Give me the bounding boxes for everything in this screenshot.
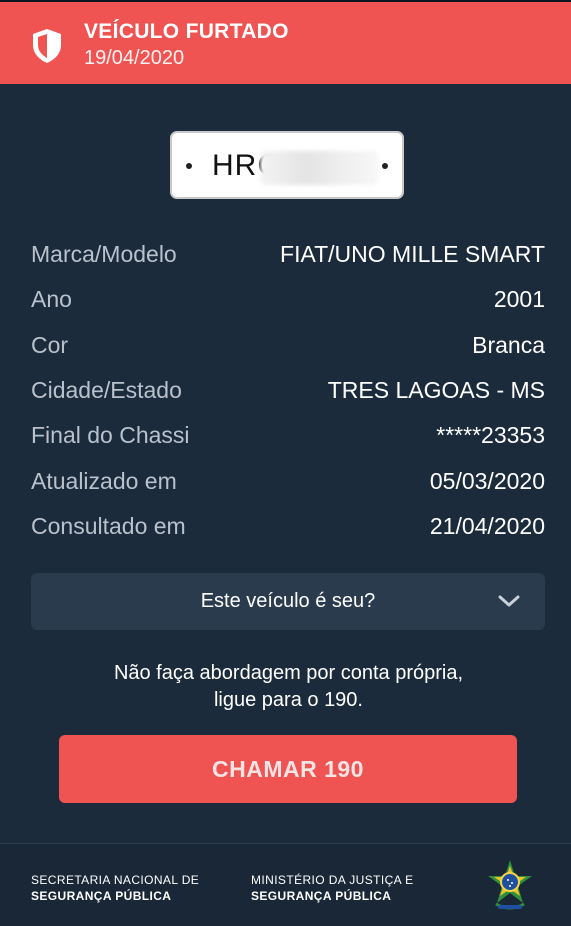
detail-row-city-state: Cidade/Estado TRES LAGOAS - MS xyxy=(31,368,545,413)
detail-row-year: Ano 2001 xyxy=(31,277,545,322)
detail-label: Consultado em xyxy=(31,512,186,539)
stolen-vehicle-alert: VEÍCULO FURTADO 19/04/2020 xyxy=(0,2,571,84)
plate-bolt-right xyxy=(382,163,388,169)
detail-label: Cidade/Estado xyxy=(31,377,182,404)
detail-value: *****23353 xyxy=(436,422,545,449)
footer: SECRETARIA NACIONAL DE SEGURANÇA PÚBLICA… xyxy=(0,843,571,926)
detail-row-color: Cor Branca xyxy=(31,323,545,368)
org-secretaria-line-1: SECRETARIA NACIONAL DE xyxy=(31,873,200,887)
org-secretaria-line-2: SEGURANÇA PÚBLICA xyxy=(31,889,172,903)
detail-row-chassis: Final do Chassi *****23353 xyxy=(31,413,545,458)
chevron-down-icon xyxy=(498,595,520,607)
alert-date: 19/04/2020 xyxy=(84,47,185,69)
detail-value: TRES LAGOAS - MS xyxy=(327,377,545,404)
detail-value: 2001 xyxy=(493,286,545,313)
detail-row-updated: Atualizado em 05/03/2020 xyxy=(31,458,545,503)
owner-question-dropdown[interactable]: Este veículo é seu? xyxy=(31,573,545,630)
vehicle-details: Marca/Modelo FIAT/UNO MILLE SMART Ano 20… xyxy=(31,232,545,549)
detail-value: Branca xyxy=(472,331,545,358)
detail-value: FIAT/UNO MILLE SMART xyxy=(280,241,545,268)
warning-line-2: ligue para o 190. xyxy=(213,689,363,711)
detail-label: Final do Chassi xyxy=(31,422,190,449)
org-secretaria: SECRETARIA NACIONAL DE SEGURANÇA PÚBLICA xyxy=(31,872,199,904)
call-190-button[interactable]: CHAMAR 190 xyxy=(59,735,517,803)
detail-label: Ano xyxy=(31,286,72,313)
detail-label: Marca/Modelo xyxy=(31,241,177,268)
detail-value: 05/03/2020 xyxy=(429,467,545,494)
brazil-coat-of-arms-icon xyxy=(488,860,532,910)
shield-icon xyxy=(33,29,61,63)
detail-label: Cor xyxy=(31,331,69,358)
plate-redaction xyxy=(260,151,378,185)
alert-title: VEÍCULO FURTADO xyxy=(84,20,289,43)
detail-row-brand-model: Marca/Modelo FIAT/UNO MILLE SMART xyxy=(31,232,545,277)
detail-row-consulted: Consultado em 21/04/2020 xyxy=(31,504,545,549)
detail-value: 21/04/2020 xyxy=(429,512,545,539)
warning-message: Não faça abordagem por conta própria, li… xyxy=(0,660,571,714)
license-plate: HRC xyxy=(170,131,404,199)
org-ministerio: MINISTÉRIO DA JUSTIÇA E SEGURANÇA PÚBLIC… xyxy=(251,872,414,904)
org-ministerio-line-2: SEGURANÇA PÚBLICA xyxy=(251,889,392,903)
org-ministerio-line-1: MINISTÉRIO DA JUSTIÇA E xyxy=(251,873,414,887)
warning-line-1: Não faça abordagem por conta própria, xyxy=(113,662,464,684)
owner-question-label: Este veículo é seu? xyxy=(200,590,376,612)
plate-bolt-left xyxy=(186,163,192,169)
detail-label: Atualizado em xyxy=(31,467,177,494)
